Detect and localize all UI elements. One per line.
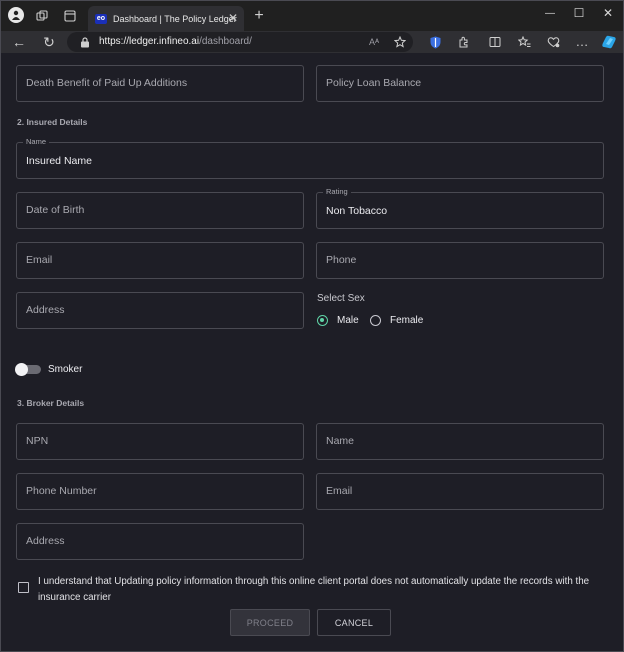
more-options-icon[interactable]: … xyxy=(575,33,589,49)
broker-address-placeholder: Address xyxy=(26,535,65,547)
date-of-birth-field[interactable]: Date of Birth xyxy=(16,192,304,229)
tab-title: Dashboard | The Policy Ledger xyxy=(113,13,237,24)
smoker-toggle-knob[interactable] xyxy=(15,363,28,376)
workspaces-icon[interactable] xyxy=(35,9,49,23)
policy-loan-balance-field[interactable]: Policy Loan Balance xyxy=(316,65,604,102)
new-tab-button[interactable]: + xyxy=(251,7,267,25)
split-screen-icon[interactable] xyxy=(488,35,502,49)
insured-email-placeholder: Email xyxy=(26,254,53,266)
broker-npn-placeholder: NPN xyxy=(26,435,49,447)
death-benefit-field[interactable]: Death Benefit of Paid Up Additions xyxy=(16,65,304,102)
cancel-button[interactable]: CANCEL xyxy=(317,609,391,636)
insured-phone-placeholder: Phone xyxy=(326,254,357,266)
tab-close-icon[interactable]: ✕ xyxy=(228,11,238,25)
rating-label: Rating xyxy=(323,187,351,196)
profile-glyph-icon xyxy=(12,10,20,20)
navigation-bar: ← ↻ https://ledger.infineo.ai/dashboard/… xyxy=(1,31,623,53)
broker-npn-field[interactable]: NPN xyxy=(16,423,304,460)
insured-name-value: Insured Name xyxy=(26,155,92,167)
broker-email-field[interactable]: Email xyxy=(316,473,604,510)
tab-bar: eo Dashboard | The Policy Ledger ✕ + — ☐… xyxy=(1,1,623,31)
sex-option-male-label[interactable]: Male xyxy=(337,315,359,326)
read-aloud-icon[interactable]: Aᴬ xyxy=(367,35,381,49)
broker-name-field[interactable]: Name xyxy=(316,423,604,460)
insured-name-field[interactable]: Name Insured Name xyxy=(16,137,604,179)
broker-phone-field[interactable]: Phone Number xyxy=(16,473,304,510)
death-benefit-placeholder: Death Benefit of Paid Up Additions xyxy=(26,77,188,89)
reload-button[interactable]: ↻ xyxy=(41,34,57,50)
rating-select[interactable]: Rating Non Tobacco xyxy=(316,187,604,229)
page-content: Death Benefit of Paid Up Additions Polic… xyxy=(1,53,623,651)
broker-phone-placeholder: Phone Number xyxy=(26,485,97,497)
url-path: /dashboard/ xyxy=(199,36,252,47)
browser-essentials-icon[interactable] xyxy=(546,35,560,49)
consent-checkbox[interactable] xyxy=(18,582,29,593)
url-text: https://ledger.infineo.ai/dashboard/ xyxy=(99,36,252,47)
insured-address-placeholder: Address xyxy=(26,304,65,316)
favorite-star-icon[interactable] xyxy=(393,35,407,49)
window-close-button[interactable]: ✕ xyxy=(591,1,624,25)
sex-radio-male[interactable] xyxy=(317,315,328,326)
insured-name-label: Name xyxy=(23,137,50,146)
browser-window: eo Dashboard | The Policy Ledger ✕ + — ☐… xyxy=(0,0,624,652)
vertical-tabs-icon[interactable] xyxy=(63,9,77,23)
broker-email-placeholder: Email xyxy=(326,485,353,497)
consent-text: I understand that Updating policy inform… xyxy=(38,576,590,603)
lock-icon xyxy=(79,36,91,48)
rating-value: Non Tobacco xyxy=(326,205,388,217)
smoker-label: Smoker xyxy=(48,364,83,375)
password-manager-icon[interactable] xyxy=(429,35,441,49)
broker-name-placeholder: Name xyxy=(326,435,355,447)
copilot-icon[interactable] xyxy=(601,33,617,51)
address-bar[interactable]: https://ledger.infineo.ai/dashboard/ Aᴬ xyxy=(67,32,413,52)
policy-loan-balance-placeholder: Policy Loan Balance xyxy=(326,77,422,89)
back-button[interactable]: ← xyxy=(11,34,27,50)
date-of-birth-placeholder: Date of Birth xyxy=(26,204,85,216)
broker-details-heading: 3. Broker Details xyxy=(17,398,85,408)
extensions-icon[interactable] xyxy=(457,35,471,49)
proceed-button[interactable]: PROCEED xyxy=(230,609,310,636)
insured-address-field[interactable]: Address xyxy=(16,292,304,329)
select-sex-label: Select Sex xyxy=(317,293,365,304)
broker-address-field[interactable]: Address xyxy=(16,523,304,560)
insured-details-heading: 2. Insured Details xyxy=(17,117,88,127)
profile-avatar-icon[interactable] xyxy=(8,7,24,23)
tab-favicon-icon: eo xyxy=(95,13,107,24)
insured-phone-field[interactable]: Phone xyxy=(316,242,604,279)
sex-radio-female[interactable] xyxy=(370,315,381,326)
favorites-icon[interactable] xyxy=(517,35,531,49)
sex-option-female-label[interactable]: Female xyxy=(390,315,423,326)
insured-email-field[interactable]: Email xyxy=(16,242,304,279)
active-tab[interactable]: eo Dashboard | The Policy Ledger ✕ xyxy=(88,6,244,31)
url-host: https://ledger.infineo.ai xyxy=(99,36,200,47)
